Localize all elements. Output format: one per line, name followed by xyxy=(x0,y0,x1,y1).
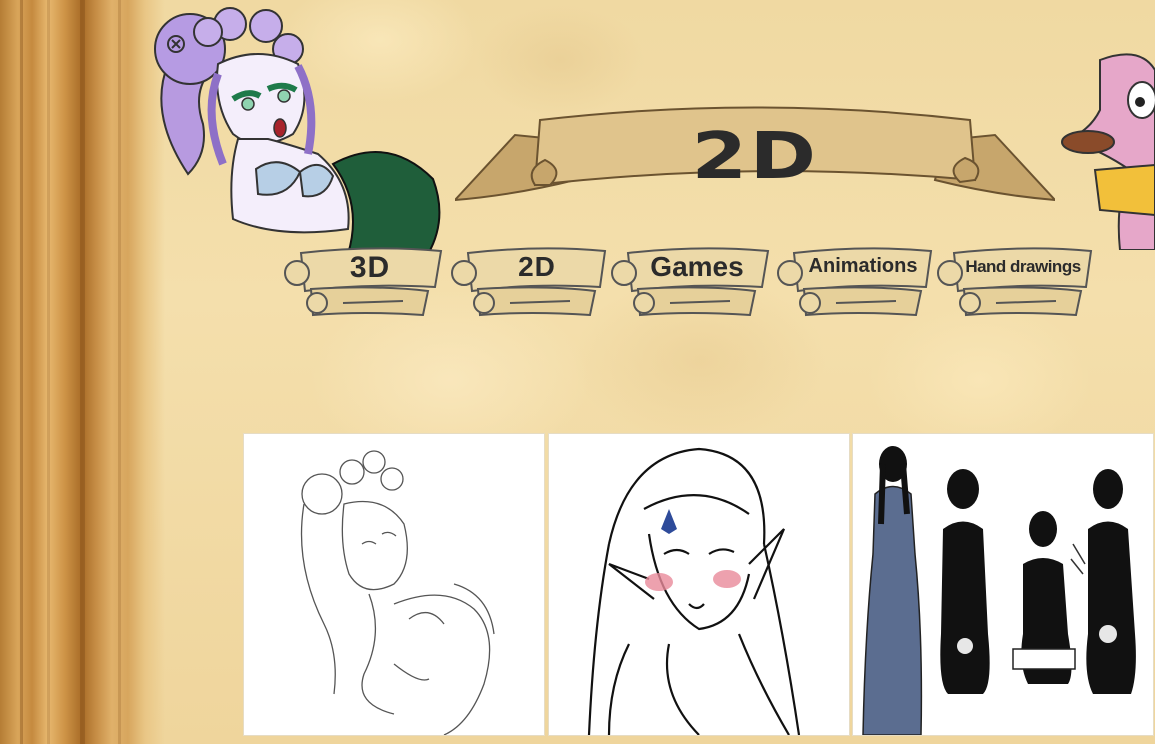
category-nav: 3D 2D Games Animations Hand drawings xyxy=(283,245,1093,320)
page-title: 2D xyxy=(691,120,819,194)
nav-button-animations[interactable]: Animations xyxy=(776,245,936,317)
pink-dog-character-illustration xyxy=(1060,50,1155,251)
nav-button-hand-drawings[interactable]: Hand drawings xyxy=(936,245,1096,317)
gallery-item-dark-haired-women[interactable] xyxy=(852,433,1154,736)
nav-button-3d[interactable]: 3D xyxy=(283,245,443,317)
title-banner: 2D xyxy=(455,100,1055,210)
nav-label-animations: Animations xyxy=(808,255,918,277)
nav-button-2d[interactable]: 2D xyxy=(450,245,610,317)
nav-label-games: Games xyxy=(650,251,744,282)
gallery-item-mermaid-sketch[interactable] xyxy=(243,433,545,736)
wooden-scroll-rod xyxy=(0,0,165,744)
nav-label-3d: 3D xyxy=(349,251,391,284)
nav-label-2d: 2D xyxy=(518,251,556,282)
gallery-item-elf-blushing[interactable] xyxy=(548,433,850,736)
nav-label-hand-drawings: Hand drawings xyxy=(965,257,1081,276)
nav-button-games[interactable]: Games xyxy=(610,245,770,317)
artwork-gallery xyxy=(243,433,1155,736)
